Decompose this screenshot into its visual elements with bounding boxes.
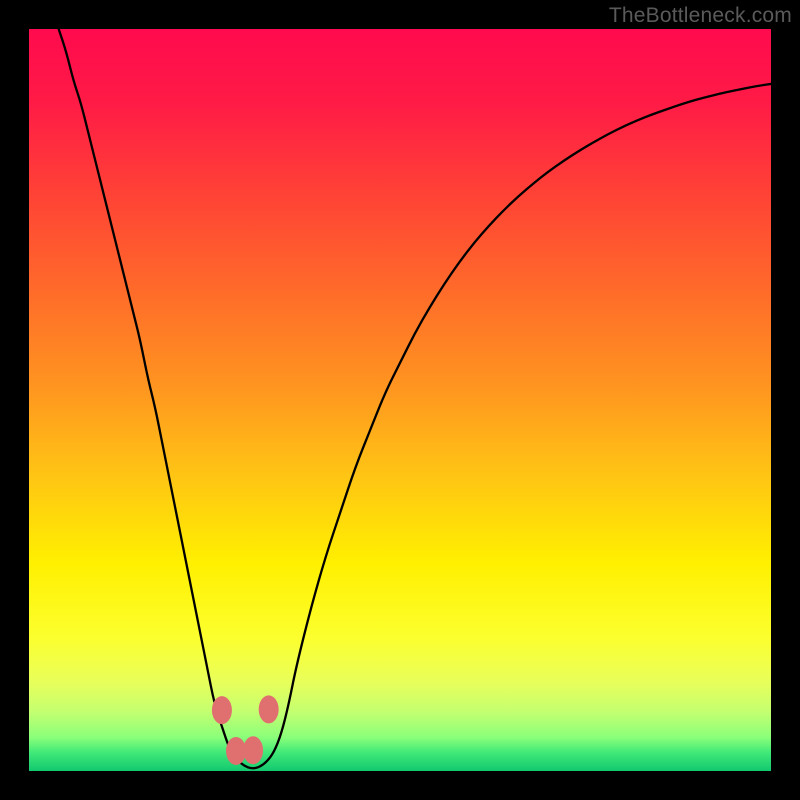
marker-point <box>259 695 279 723</box>
chart-svg <box>29 29 771 771</box>
marker-point <box>243 736 263 764</box>
gradient-background <box>29 29 771 771</box>
watermark-text: TheBottleneck.com <box>609 4 792 28</box>
plot-area <box>29 29 771 771</box>
marker-point <box>212 696 232 724</box>
outer-frame: TheBottleneck.com <box>0 0 800 800</box>
marker-point <box>226 737 246 765</box>
